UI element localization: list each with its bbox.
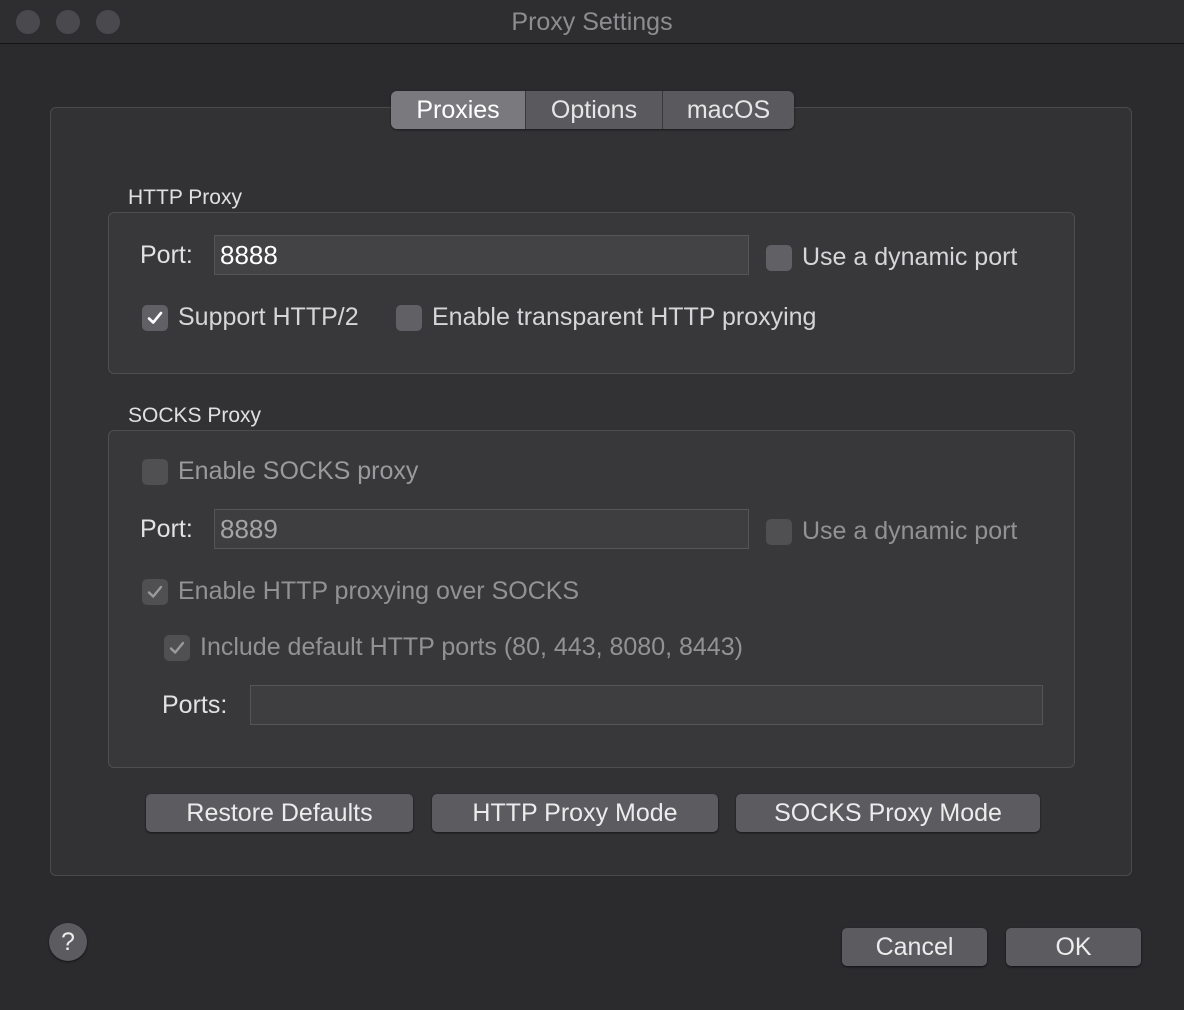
socks-dynamic-port-label: Use a dynamic port — [802, 517, 1018, 545]
socks-proxy-mode-button[interactable]: SOCKS Proxy Mode — [736, 794, 1040, 832]
socks-port-field[interactable] — [214, 509, 749, 549]
include-default-ports-label: Include default HTTP ports (80, 443, 808… — [200, 633, 743, 661]
checkmark-icon — [142, 304, 168, 331]
socks-dynamic-port-checkbox[interactable]: Use a dynamic port — [766, 517, 1017, 546]
http-proxy-group-label: HTTP Proxy — [128, 186, 242, 209]
checkbox-box — [766, 244, 792, 271]
include-default-ports-checkbox[interactable]: Include default HTTP ports (80, 443, 808… — [164, 633, 743, 662]
support-http2-checkbox[interactable]: Support HTTP/2 — [142, 303, 359, 332]
title-bar: Proxy Settings — [0, 0, 1184, 44]
checkbox-box — [396, 304, 422, 331]
checkmark-icon — [164, 634, 190, 661]
restore-defaults-button[interactable]: Restore Defaults — [146, 794, 413, 832]
checkmark-icon — [142, 578, 168, 605]
checkbox-box — [142, 458, 168, 485]
http-dynamic-port-label: Use a dynamic port — [802, 243, 1018, 271]
http-over-socks-label: Enable HTTP proxying over SOCKS — [178, 577, 580, 605]
tab-bar: Proxies Options macOS — [391, 91, 794, 129]
transparent-proxying-checkbox[interactable]: Enable transparent HTTP proxying — [396, 303, 816, 332]
ports-label: Ports: — [162, 691, 228, 719]
enable-socks-checkbox[interactable]: Enable SOCKS proxy — [142, 457, 418, 486]
socks-proxy-group-label: SOCKS Proxy — [128, 404, 262, 427]
help-button[interactable]: ? — [49, 923, 87, 961]
tab-macos[interactable]: macOS — [663, 91, 794, 129]
window-title: Proxy Settings — [511, 8, 673, 36]
http-dynamic-port-checkbox[interactable]: Use a dynamic port — [766, 243, 1017, 272]
checkbox-box — [766, 518, 792, 545]
enable-socks-label: Enable SOCKS proxy — [178, 457, 419, 485]
transparent-proxying-label: Enable transparent HTTP proxying — [432, 303, 817, 331]
tab-proxies[interactable]: Proxies — [391, 91, 526, 129]
cancel-button[interactable]: Cancel — [842, 928, 987, 966]
ports-field[interactable] — [250, 685, 1043, 725]
socks-port-label: Port: — [140, 515, 193, 543]
ok-button[interactable]: OK — [1006, 928, 1141, 966]
http-port-label: Port: — [140, 241, 193, 269]
support-http2-label: Support HTTP/2 — [178, 303, 359, 331]
http-port-field[interactable] — [214, 235, 749, 275]
http-proxy-mode-button[interactable]: HTTP Proxy Mode — [432, 794, 718, 832]
tab-options[interactable]: Options — [526, 91, 663, 129]
http-over-socks-checkbox[interactable]: Enable HTTP proxying over SOCKS — [142, 577, 579, 606]
